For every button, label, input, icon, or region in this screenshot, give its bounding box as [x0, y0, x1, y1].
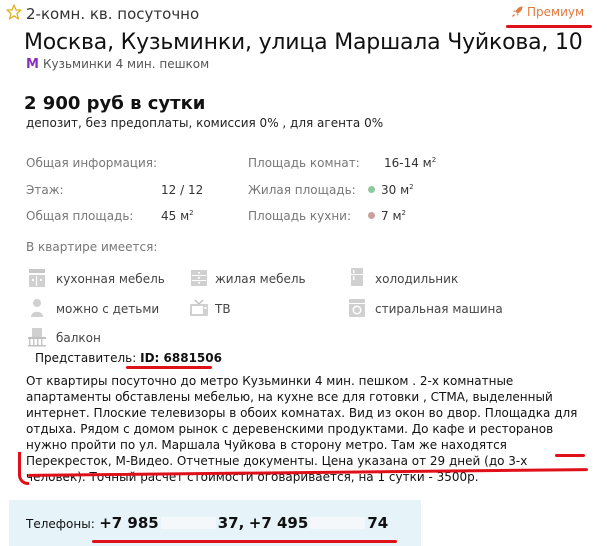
amenity-label: ТВ — [215, 302, 231, 316]
floor-value: 12 / 12 — [161, 183, 204, 197]
phones-row: Телефоны: +7 985 37, +7 495 74 — [26, 514, 389, 532]
kitchen-furniture-icon — [29, 269, 45, 287]
premium-badge[interactable]: Премиум — [511, 5, 584, 19]
balcony-icon — [28, 328, 46, 347]
kitchen-area-dot — [368, 212, 375, 219]
redacted-mark — [310, 517, 366, 529]
listing-terms: депозит, без предоплаты, комиссия 0% , д… — [26, 116, 384, 130]
phones-underline-mark — [92, 540, 397, 543]
id-underline-mark — [126, 366, 212, 369]
fridge-icon — [351, 268, 363, 286]
tv-icon — [190, 299, 208, 316]
phone-1[interactable]: +7 985 37 — [99, 514, 238, 532]
living-furniture-icon — [191, 270, 207, 286]
amenities-header: В квартире имеется: — [26, 240, 158, 254]
living-area-label: Жилая площадь: — [248, 183, 356, 197]
washing-machine-icon — [349, 299, 365, 317]
premium-underline-mark — [506, 25, 592, 28]
phones-label: Телефоны: — [26, 517, 95, 531]
representative-label: Представитель: — [35, 351, 137, 365]
listing-price: 2 900 руб в сутки — [24, 93, 206, 114]
kitchen-area-value: 7 м2 — [368, 209, 406, 223]
metro-label: Кузьминки 4 мин. пешком — [42, 57, 210, 71]
kitchen-area-label: Площадь кухни: — [248, 209, 352, 223]
metro-info: M Кузьминки 4 мин. пешком — [26, 57, 209, 72]
rooms-area-label: Площадь комнат: — [248, 156, 360, 170]
floor-label: Этаж: — [26, 183, 64, 197]
price-note-underline-mark — [555, 454, 585, 457]
total-area-value: 45 м2 — [161, 209, 194, 223]
living-area-value: 30 м2 — [368, 183, 414, 197]
premium-label: Премиум — [527, 5, 585, 19]
amenity-label: стиральная машина — [375, 302, 503, 316]
amenity-label: холодильник — [375, 272, 459, 286]
redacted-mark — [160, 517, 216, 529]
amenity-label: кухонная мебель — [56, 272, 165, 286]
listing-type: 2-комн. кв. посуточно — [26, 5, 200, 23]
amenity-label: балкон — [56, 331, 101, 345]
amenity-label: можно с детьми — [56, 302, 160, 316]
metro-icon: M — [26, 57, 39, 72]
general-info-label: Общая информация: — [26, 156, 158, 170]
favorite-star-icon[interactable] — [6, 4, 22, 20]
representative-id[interactable]: ID: 6881506 — [140, 351, 222, 365]
total-area-label: Общая площадь: — [26, 209, 134, 223]
price-note-underline-mark — [18, 452, 29, 485]
amenity-label: жилая мебель — [215, 272, 306, 286]
representative: Представитель: ID: 6881506 — [35, 351, 222, 365]
listing-address: Москва, Кузьминки, улица Маршала Чуйкова… — [24, 30, 583, 55]
rooms-area-value: 16-14 м2 — [384, 156, 437, 170]
children-icon — [31, 299, 43, 317]
phone-2[interactable]: +7 495 74 — [249, 514, 388, 532]
rocket-icon — [512, 6, 523, 17]
living-area-dot — [368, 186, 375, 193]
